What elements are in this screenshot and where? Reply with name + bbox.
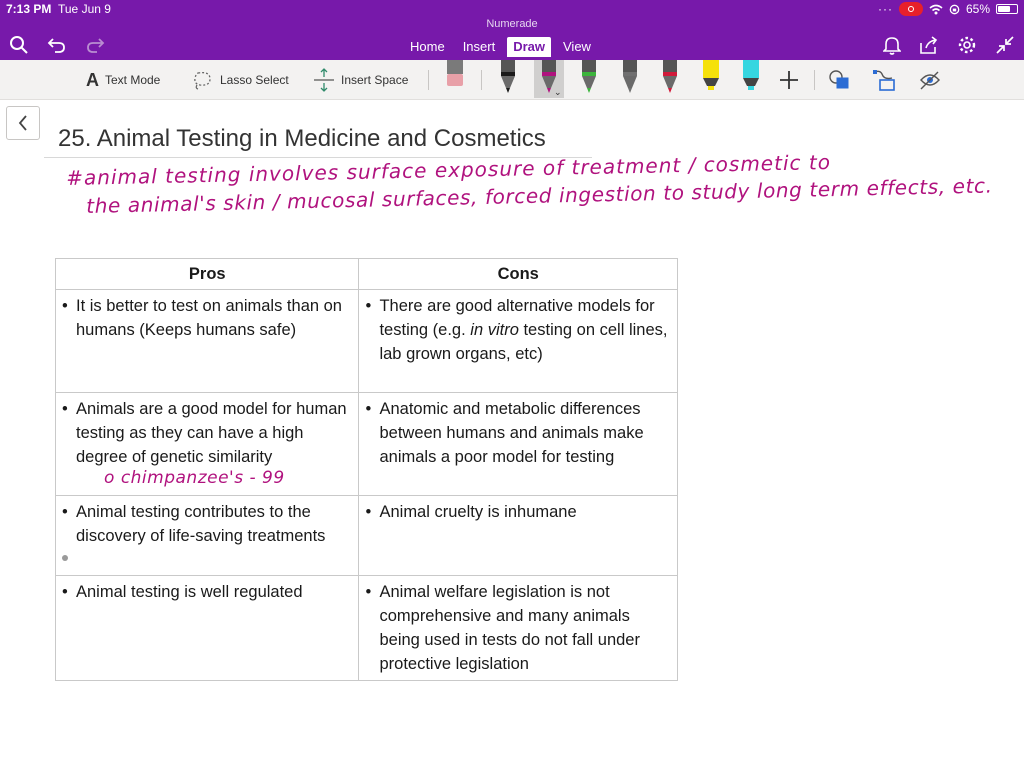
pen-red-icon [663,60,677,93]
wifi-icon [929,4,943,14]
bullet-icon: • [62,297,68,315]
pen-gray-tool[interactable] [615,60,645,98]
text-mode-button[interactable]: A Text Mode [86,68,160,92]
highlighter-cyan-tool[interactable] [736,60,766,98]
bullet-icon: • [365,297,372,315]
insert-space-icon [314,68,334,92]
orientation-lock-icon [949,4,960,14]
ink-note-text: chimpanzee's - 99 [120,468,285,488]
highlighter-yellow-tool[interactable] [696,60,726,98]
bullet-icon: • [62,583,68,601]
battery-percent: 65% [965,2,990,16]
pro-text: Animal testing is well regulated [76,583,303,601]
status-indicators: ··· 65% [878,2,1018,16]
con-cell[interactable]: • Animal welfare legislation is not compr… [358,575,678,681]
con-text-italic: in vitro [470,321,519,339]
con-text: Anatomic and metabolic differences betwe… [379,400,644,466]
table-row: • It is better to test on animals than on… [54,289,678,393]
bullet-icon: • [62,503,68,521]
pro-text: Animal testing contributes to the discov… [76,503,326,545]
pen-red-tool[interactable] [655,60,685,98]
gear-icon[interactable] [956,34,978,56]
table-row: • Animal testing contributes to the disco… [54,495,678,576]
pro-text: Animals are a good model for human testi… [76,400,347,466]
chevron-down-icon[interactable]: ⌄ [554,87,562,98]
share-icon[interactable] [918,34,940,56]
plus-icon [780,71,798,89]
ribbon-divider [428,70,429,90]
shapes-button[interactable] [828,68,852,92]
replay-icon [920,71,940,90]
pen-green-tool[interactable] [574,60,604,98]
tab-home[interactable]: Home [404,37,451,57]
ink-to-shape-icon [873,70,895,91]
cons-header: Cons [358,258,678,290]
highlighter-cyan-icon [743,60,759,90]
pen-green-icon [582,60,596,93]
redo-icon[interactable] [84,34,106,56]
chevron-left-icon [18,115,27,131]
con-text: Animal welfare legislation is not compre… [379,583,640,673]
insert-space-label: Insert Space [341,73,409,87]
bullet-icon: • [365,503,372,521]
tab-draw[interactable]: Draw [507,37,551,57]
con-cell[interactable]: • Anatomic and metabolic differences betw… [358,392,678,496]
lasso-icon [194,71,211,90]
eraser-icon [447,60,463,86]
eraser-tool[interactable] [440,60,470,98]
table-row: • Animal testing is well regulated • Anima… [54,575,678,681]
bell-icon[interactable] [881,34,903,56]
lasso-select-button[interactable]: Lasso Select [192,68,289,92]
text-mode-icon: A [86,69,99,90]
text-mode-label: Text Mode [105,73,161,87]
highlighter-yellow-icon [702,60,719,90]
empty-bullet-dot [62,555,68,561]
con-cell[interactable]: • There are good alternative models for t… [358,289,678,393]
handwritten-chimpanzee-note: o chimpanzee's - 99 [104,468,285,488]
draw-ribbon: A Text Mode Lasso Select Insert Space ⌄ [0,60,1024,100]
pro-cell[interactable]: • Animal testing contributes to the disco… [54,495,360,576]
pros-header: Pros [54,258,360,290]
lasso-select-label: Lasso Select [220,73,289,87]
con-cell[interactable]: • Animal cruelty is inhumane [358,495,678,576]
ribbon-divider [814,70,815,90]
pen-black-tool[interactable] [493,60,523,98]
pen-magenta-tool[interactable]: ⌄ [533,60,564,98]
status-time: 7:13 PM [6,2,52,16]
title-bar: 7:13 PM Tue Jun 9 ··· 65% Numerade Home … [0,0,1024,60]
ink-bullet-icon: o [104,468,121,488]
add-pen-button[interactable] [778,68,800,92]
tab-insert[interactable]: Insert [457,37,502,57]
battery-icon [996,4,1018,14]
bullet-icon: • [365,400,372,418]
con-text: Animal cruelty is inhumane [379,503,577,521]
shapes-icon [829,70,849,89]
insert-space-button[interactable]: Insert Space [313,68,408,92]
tab-view[interactable]: View [557,37,597,57]
dots-icon: ··· [877,2,893,16]
pen-black-icon [501,60,515,93]
page-title[interactable]: 25. Animal Testing in Medicine and Cosme… [58,125,546,153]
ink-to-shape-button[interactable] [872,68,898,92]
back-button[interactable] [6,106,40,140]
pro-cell[interactable]: • Animal testing is well regulated [54,575,360,681]
undo-icon[interactable] [46,34,68,56]
screen-record-icon [898,2,923,16]
pro-cell[interactable]: • It is better to test on animals than on… [54,289,360,393]
search-icon[interactable] [8,34,30,56]
app-title: Numerade [486,18,538,30]
ribbon-tabs: Home Insert Draw View [404,37,603,57]
ribbon-divider [481,70,482,90]
replay-button[interactable] [918,68,942,92]
pen-gray-icon [622,60,637,93]
status-date: Tue Jun 9 [58,2,111,16]
pro-text: It is better to test on animals than on … [76,297,342,339]
bullet-icon: • [62,400,68,418]
bullet-icon: • [365,583,372,601]
collapse-icon[interactable] [994,34,1016,56]
